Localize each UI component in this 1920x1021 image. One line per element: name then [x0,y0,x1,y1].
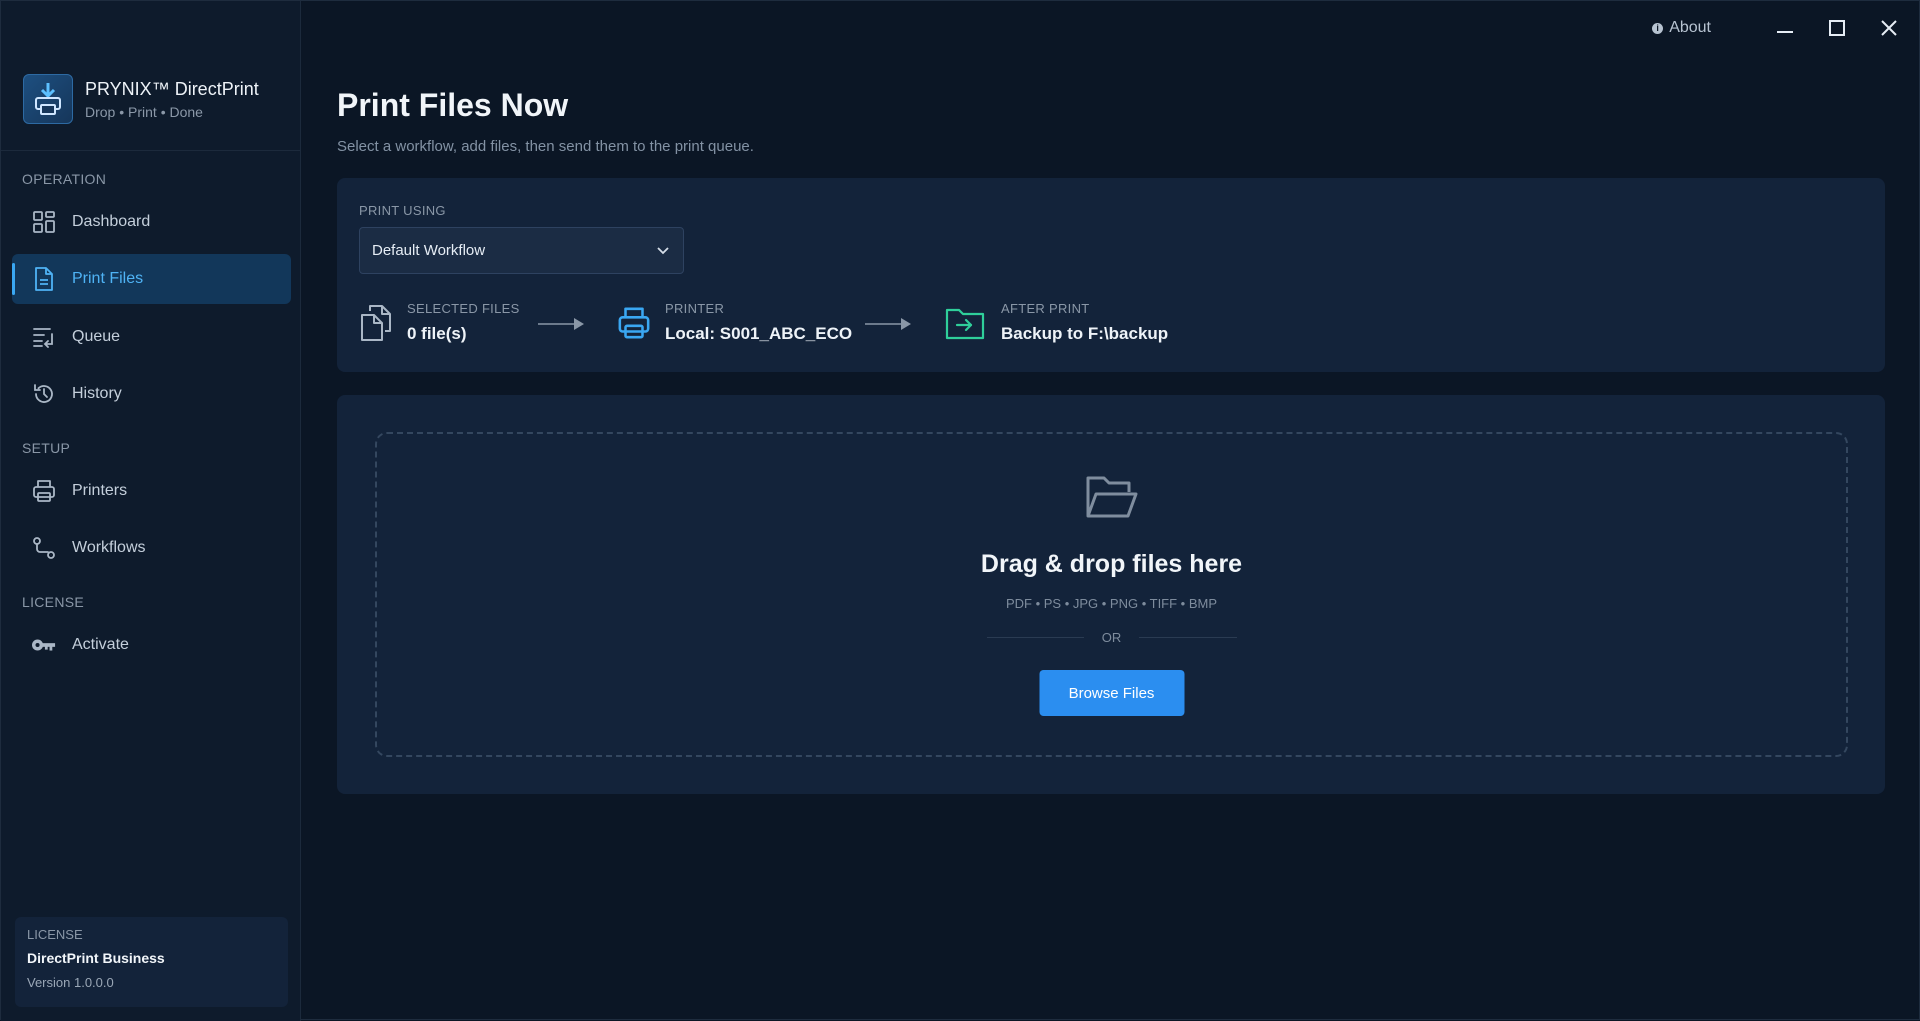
section-label-setup: SETUP [22,440,71,456]
or-label: OR [1101,630,1122,645]
license-card: LICENSE DirectPrint Business Version 1.0… [15,917,288,1007]
section-label-license: LICENSE [22,594,85,610]
chevron-down-icon [657,246,669,254]
maximize-button[interactable] [1811,1,1863,55]
document-icon [32,267,56,291]
dashboard-icon [32,210,56,234]
sidebar: PRYNIX™ DirectPrint Drop • Print • Done … [1,1,301,1021]
sidebar-item-label: Printers [72,482,128,499]
arrow-right-icon [538,318,584,330]
after-print-label: AFTER PRINT [1001,301,1090,316]
sidebar-item-label: Dashboard [72,213,151,230]
printer-value: Local: S001_ABC_ECO [665,324,853,343]
folder-arrow-icon [945,308,985,339]
files-icon [361,304,391,341]
close-button[interactable] [1863,1,1915,55]
folder-open-icon [1086,476,1137,518]
page-subtitle: Select a workflow, add files, then send … [337,138,754,155]
printer-icon [32,479,56,503]
about-label: About [1669,19,1711,36]
flow-step-printer: PRINTER Local: S001_ABC_ECO [617,301,852,344]
sidebar-item-queue[interactable]: Queue [12,312,291,362]
print-using-label: PRINT USING [359,203,446,218]
sidebar-item-activate[interactable]: Activate [12,620,291,670]
app-logo-icon [23,74,73,124]
flow-step-selected-files: SELECTED FILES 0 file(s) [359,301,520,344]
workflow-icon [32,536,56,560]
divider [1,150,300,151]
printer-icon [618,307,650,338]
page-title: Print Files Now [337,87,569,123]
sidebar-item-print-files[interactable]: Print Files [12,254,291,304]
sidebar-item-label: History [72,385,122,402]
close-icon [1881,20,1897,36]
after-print-value: Backup to F:\backup [1001,324,1169,343]
key-icon [32,633,56,657]
sidebar-item-label: Queue [72,328,121,345]
selected-files-label: SELECTED FILES [407,301,520,316]
license-version: Version 1.0.0.0 [27,975,114,990]
brand-tagline: Drop • Print • Done [85,103,203,120]
history-icon [32,382,56,406]
about-button[interactable]: i About [1652,19,1711,37]
section-label-operation: OPERATION [22,171,107,187]
minimize-button[interactable] [1759,1,1811,55]
info-icon: i [1652,22,1664,34]
sidebar-item-printers[interactable]: Printers [12,466,291,516]
title-bar: i About [301,1,1919,55]
file-dropzone[interactable]: Drag & drop files here PDF • PS • JPG • … [375,432,1848,757]
workflow-select-value: Default Workflow [372,242,486,259]
sidebar-item-history[interactable]: History [12,369,291,419]
printer-label: PRINTER [665,301,725,316]
dropzone-title: Drag & drop files here [980,550,1243,578]
maximize-icon [1829,20,1845,36]
dropzone-card: Drag & drop files here PDF • PS • JPG • … [337,395,1885,794]
or-divider: OR [986,630,1237,645]
brand-name: PRYNIX™ DirectPrint [85,78,259,99]
license-name: DirectPrint Business [27,950,165,966]
sidebar-item-label: Workflows [72,539,146,556]
flow-step-after-print: AFTER PRINT Backup to F:\backup [945,301,1168,344]
minimize-icon [1777,31,1793,33]
sidebar-item-label: Activate [72,636,129,653]
brand: PRYNIX™ DirectPrint Drop • Print • Done [23,74,259,124]
queue-icon [32,325,56,349]
sidebar-item-workflows[interactable]: Workflows [12,523,291,573]
arrow-right-icon [865,318,911,330]
sidebar-item-dashboard[interactable]: Dashboard [12,197,291,247]
license-label: LICENSE [27,927,83,942]
app-window: PRYNIX™ DirectPrint Drop • Print • Done … [0,0,1920,1021]
supported-formats: PDF • PS • JPG • PNG • TIFF • BMP [1005,596,1218,611]
workflow-select[interactable]: Default Workflow [359,227,684,274]
sidebar-item-label: Print Files [72,270,144,287]
selected-files-value: 0 file(s) [407,324,467,343]
workflow-card: PRINT USING Default Workflow SELECTED FI… [337,178,1885,372]
browse-files-button[interactable]: Browse Files [1039,670,1184,716]
